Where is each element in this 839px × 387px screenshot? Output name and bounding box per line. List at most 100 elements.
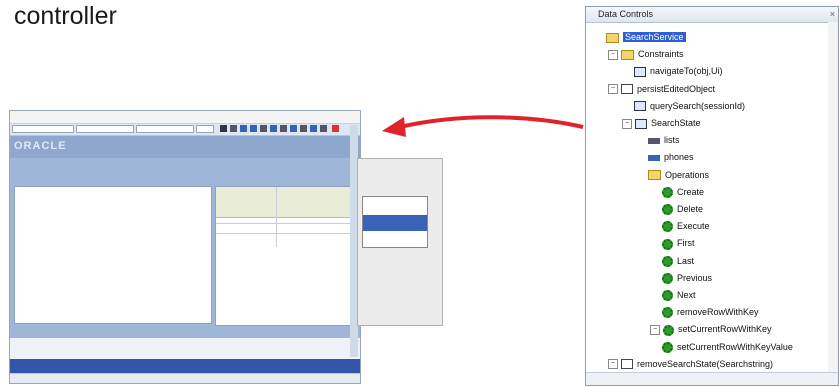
toolbar-icon[interactable] xyxy=(280,125,287,132)
tree-item-label: lists xyxy=(664,135,680,146)
tree-item[interactable]: Last xyxy=(662,253,694,269)
toolbar-select-2[interactable] xyxy=(76,125,134,133)
tree-item-label: Delete xyxy=(677,204,704,214)
tree-item[interactable]: Execute xyxy=(662,218,710,234)
app-footer xyxy=(10,359,360,373)
tree-item-label: Previous xyxy=(677,272,713,283)
collapse-icon[interactable]: − xyxy=(608,49,618,60)
method-icon xyxy=(635,118,647,129)
palette-title: Data Controls xyxy=(598,9,654,19)
app-banner: ORACLE xyxy=(10,136,360,158)
slide-heading: controller xyxy=(14,2,117,30)
tree-item-label: removeSearchState(Searchstring) xyxy=(637,358,774,369)
tree-item[interactable]: querySearch(sessionId) xyxy=(634,98,745,114)
toolbar-select-1[interactable] xyxy=(12,125,74,133)
gear-icon xyxy=(662,290,673,302)
app-toolbar xyxy=(10,124,360,136)
tree-item[interactable]: lists xyxy=(648,132,680,148)
tree-item-label: Create xyxy=(677,186,705,197)
toolbar-icon[interactable] xyxy=(220,125,227,132)
tree-item-label: Execute xyxy=(677,221,710,232)
tree-item[interactable]: Next xyxy=(662,287,696,303)
tree-item[interactable]: Operations xyxy=(648,167,709,183)
app-body xyxy=(10,158,360,338)
palette-titlebar: Data Controls × xyxy=(586,7,838,23)
toolbar-select-4[interactable] xyxy=(196,125,214,133)
tree-item-label: Next xyxy=(677,290,696,300)
tree-item[interactable]: setCurrentRowWithKeyValue xyxy=(662,339,793,355)
folder-ds-icon xyxy=(606,32,619,43)
search-panel xyxy=(14,186,212,324)
folder-icon xyxy=(621,49,634,60)
tree-item[interactable]: removeRowWithKey xyxy=(662,304,759,320)
app-screenshot: ORACLE xyxy=(9,110,361,384)
tree-item[interactable]: − setCurrentRowWithKey xyxy=(650,321,772,337)
tree-item-label: navigateTo(obj,Ui) xyxy=(650,66,723,77)
tree-item-label: Constraints xyxy=(638,49,684,60)
tree-item-label: persistEditedObject xyxy=(637,83,716,94)
folder-icon xyxy=(648,170,661,181)
box-icon xyxy=(621,359,633,370)
data-controls-palette: Data Controls × SearchService − Constraint… xyxy=(585,6,839,386)
tree-item[interactable]: − SearchState xyxy=(622,115,701,131)
collapse-icon[interactable]: − xyxy=(608,84,618,95)
tree-item[interactable]: Previous xyxy=(662,270,712,286)
tree-item-label: phones xyxy=(664,152,694,163)
horizontal-scrollbar[interactable] xyxy=(586,372,838,385)
tree-item-label: querySearch(sessionId) xyxy=(650,100,746,111)
tree-item[interactable]: Delete xyxy=(662,201,703,217)
vertical-scrollbar[interactable] xyxy=(828,22,838,374)
tree-item[interactable]: − persistEditedObject xyxy=(608,81,715,97)
gear-icon xyxy=(662,341,673,353)
gear-icon xyxy=(662,238,673,250)
close-icon[interactable] xyxy=(332,125,339,132)
tree-item-label: setCurrentRowWithKey xyxy=(678,324,772,335)
brand-logo: ORACLE xyxy=(14,140,67,152)
context-menu-selected-item[interactable] xyxy=(363,215,427,231)
status-bar xyxy=(10,373,360,383)
method-icon xyxy=(634,67,646,78)
toolbar-icon[interactable] xyxy=(260,125,267,132)
tree-item-label: SearchService xyxy=(623,32,686,42)
toolbar-icon[interactable] xyxy=(320,125,327,132)
context-menu xyxy=(362,196,428,248)
toolbar-icon[interactable] xyxy=(230,125,237,132)
gear-icon xyxy=(662,272,673,284)
gear-icon xyxy=(663,324,674,336)
gear-icon xyxy=(662,221,673,233)
tree-item-label: setCurrentRowWithKeyValue xyxy=(677,341,793,352)
toolbar-icon[interactable] xyxy=(240,125,247,132)
tree-item[interactable]: First xyxy=(662,235,695,251)
box-icon xyxy=(621,84,633,95)
toolbar-icon[interactable] xyxy=(300,125,307,132)
gear-icon xyxy=(662,307,673,319)
app-titlebar xyxy=(10,111,360,124)
tree-item-label: Last xyxy=(677,255,695,266)
results-header xyxy=(216,187,352,218)
method-icon xyxy=(634,101,646,112)
collapse-icon[interactable]: − xyxy=(608,359,618,370)
tree-item[interactable]: navigateTo(obj,Ui) xyxy=(634,63,723,79)
collapse-icon[interactable]: − xyxy=(622,118,632,129)
tree-item-label: SearchState xyxy=(651,118,701,128)
toolbar-select-3[interactable] xyxy=(136,125,194,133)
tree-item[interactable]: Create xyxy=(662,184,704,200)
toolbar-icon[interactable] xyxy=(310,125,317,132)
tree-item[interactable]: SearchService xyxy=(606,29,686,45)
attr-blue-icon xyxy=(648,155,660,162)
tree-item-label: Operations xyxy=(665,169,710,180)
toolbar-icon[interactable] xyxy=(270,125,277,132)
close-icon[interactable]: × xyxy=(830,9,835,19)
tree-item[interactable]: − removeSearchState(Searchstring) xyxy=(608,356,773,372)
tree-item[interactable]: − Constraints xyxy=(608,46,684,62)
results-table xyxy=(215,186,353,326)
pointer-arrow xyxy=(382,115,584,137)
gear-icon xyxy=(662,204,673,216)
tree-item-label: First xyxy=(677,238,695,249)
collapse-icon[interactable]: − xyxy=(650,325,660,336)
tree-item-label: removeRowWithKey xyxy=(677,307,759,318)
tree-item[interactable]: phones xyxy=(648,149,694,165)
toolbar-icon[interactable] xyxy=(250,125,257,132)
gear-icon xyxy=(662,255,673,267)
toolbar-icon[interactable] xyxy=(290,125,297,132)
